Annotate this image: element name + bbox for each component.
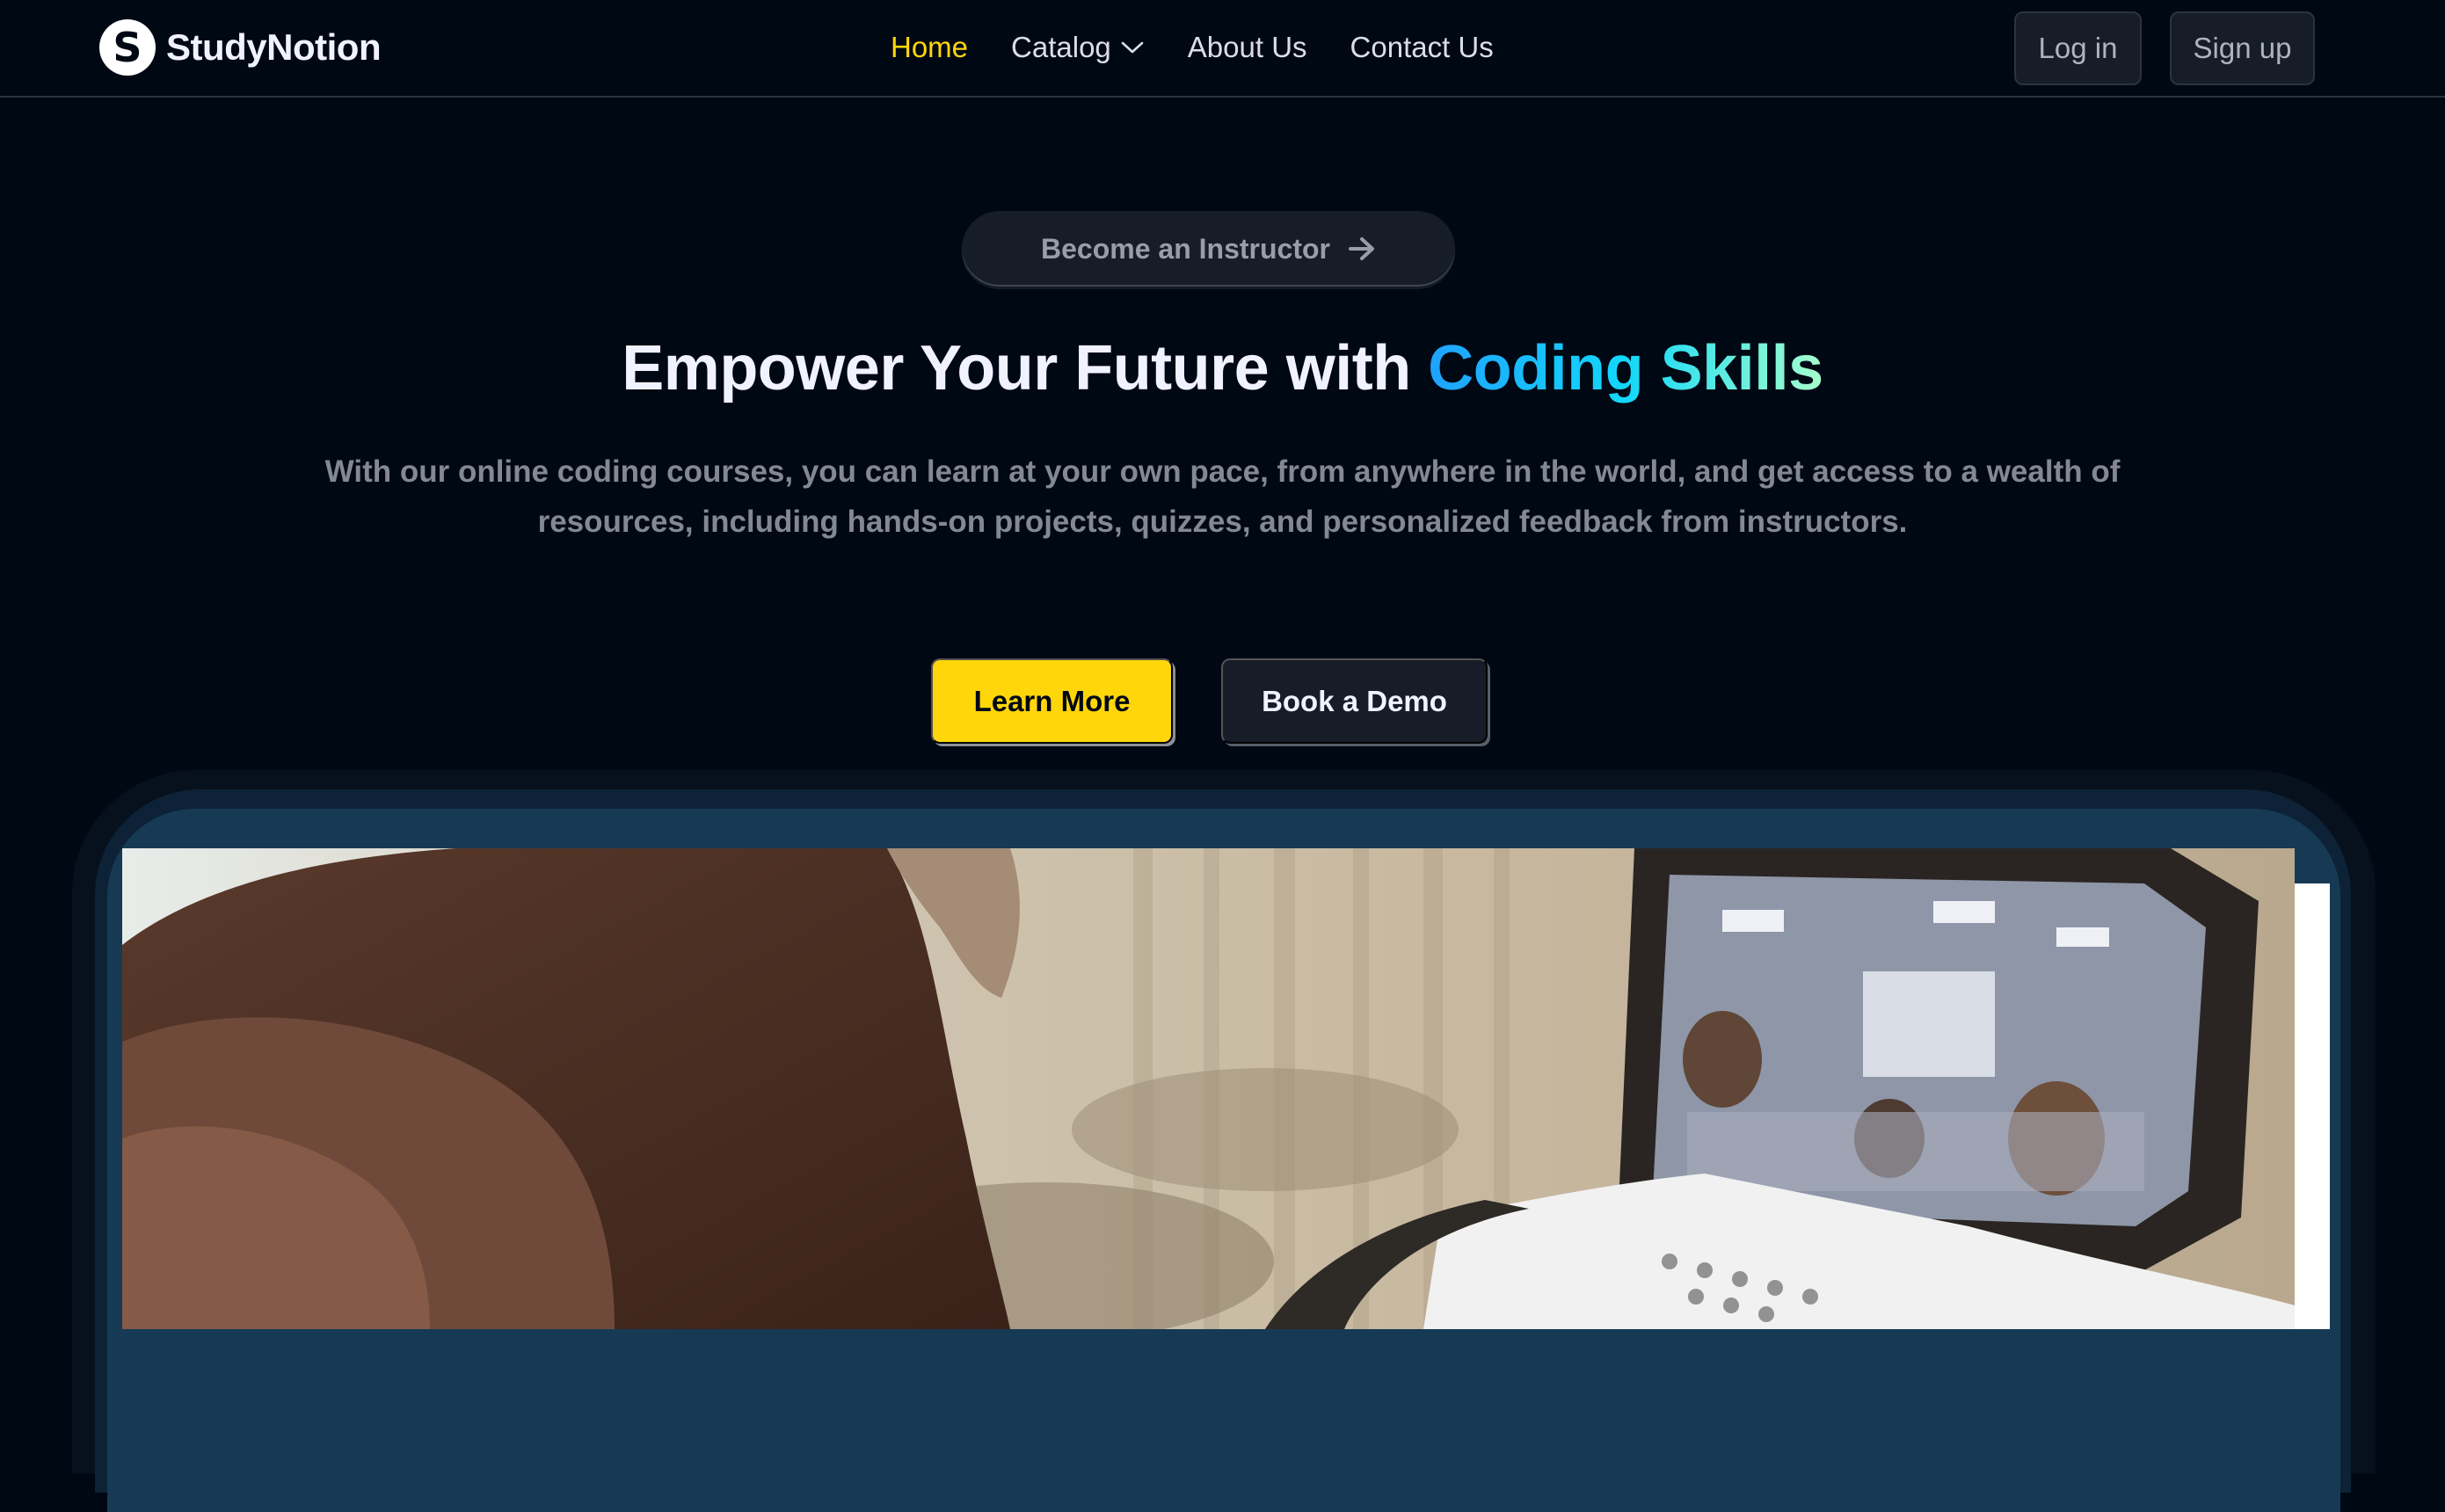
main-nav: Home Catalog About Us Contact Us [891,26,1494,69]
nav-link-about[interactable]: About Us [1188,31,1307,64]
hero-headline-highlight: Coding Skills [1428,333,1823,403]
nav-link-contact[interactable]: Contact Us [1350,31,1494,64]
studynotion-logo[interactable]: S StudyNotion [99,19,382,76]
become-instructor-button[interactable]: Become an Instructor [962,211,1455,287]
chevron-down-icon [1121,41,1144,54]
nav-link-catalog[interactable]: Catalog [1011,31,1145,64]
hero-description-line-2: resources, including hands-on projects, … [537,505,1908,539]
become-instructor-label: Become an Instructor [1041,232,1330,265]
login-button[interactable]: Log in [2014,11,2142,85]
hero-video[interactable] [122,848,2295,1329]
logo-mark-icon: S [99,19,156,76]
book-demo-button[interactable]: Book a Demo [1221,658,1488,744]
learn-more-button[interactable]: Learn More [931,658,1173,744]
nav-link-catalog-label: Catalog [1011,31,1111,63]
logo-mark-letter: S [113,24,142,71]
hero-video-frame [122,848,2295,1329]
hero-description: With our online coding courses, you can … [0,447,2445,547]
nav-link-home[interactable]: Home [891,31,968,64]
hero-headline-prefix: Empower Your Future with [622,333,1429,403]
top-navbar: S StudyNotion Home Catalog About Us Cont… [0,0,2445,98]
logo-text: StudyNotion [166,26,382,68]
hero-description-line-1: With our online coding courses, you can … [324,454,2121,489]
signup-button[interactable]: Sign up [2170,11,2315,85]
arrow-right-icon [1348,237,1374,260]
hero-headline: Empower Your Future with Coding Skills [0,332,2445,404]
